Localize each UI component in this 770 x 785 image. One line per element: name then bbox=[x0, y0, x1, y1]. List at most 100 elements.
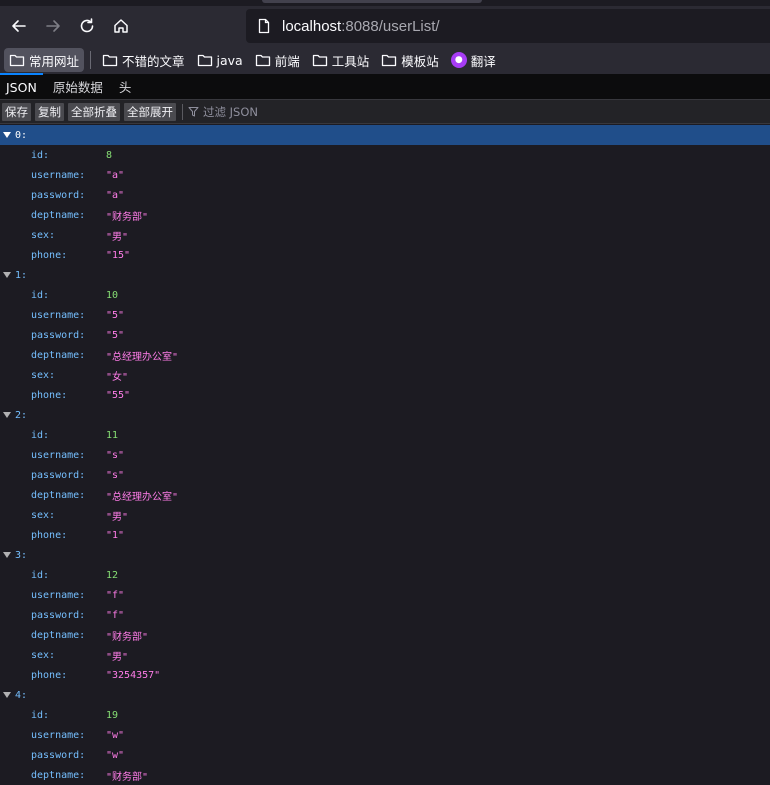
forward-button[interactable] bbox=[38, 11, 68, 41]
field-value: "男" bbox=[106, 231, 129, 243]
expand-triangle-icon[interactable] bbox=[3, 272, 11, 278]
tree-row-field[interactable]: deptname: "总经理办公室" bbox=[0, 345, 770, 365]
tree-row-field[interactable]: id: 8 bbox=[0, 145, 770, 165]
bookmark-label: 工具站 bbox=[331, 53, 370, 69]
collapse-all-button[interactable]: 全部折叠 bbox=[68, 102, 120, 121]
tree-row-index[interactable]: 2: bbox=[0, 405, 770, 425]
bookmark-folder-frontend[interactable]: 前端 bbox=[250, 48, 305, 72]
tab-headers[interactable]: 头 bbox=[113, 73, 138, 99]
tree-row-field[interactable]: username: "f" bbox=[0, 585, 770, 605]
tree-row-index[interactable]: 3: bbox=[0, 545, 770, 565]
field-key: password: bbox=[31, 189, 86, 201]
address-bar[interactable]: localhost:8088/userList/ bbox=[246, 9, 770, 43]
home-button[interactable] bbox=[106, 11, 136, 41]
field-value: "w" bbox=[106, 749, 125, 761]
back-button[interactable] bbox=[4, 11, 34, 41]
tree-row-field[interactable]: id: 11 bbox=[0, 425, 770, 445]
tree-row-field[interactable]: username: "5" bbox=[0, 305, 770, 325]
active-tab-edge[interactable] bbox=[262, 0, 482, 3]
tree-row-field[interactable]: phone: "15" bbox=[0, 245, 770, 265]
filter-icon bbox=[188, 107, 199, 117]
json-viewer-tabs: JSON 原始数据 头 bbox=[0, 73, 770, 100]
field-key: password: bbox=[31, 609, 86, 621]
tree-row-field[interactable]: sex: "男" bbox=[0, 225, 770, 245]
tree-row-field[interactable]: username: "w" bbox=[0, 725, 770, 745]
field-key: password: bbox=[31, 749, 86, 761]
field-value: "55" bbox=[106, 389, 131, 401]
bookmark-label: 常用网址 bbox=[29, 53, 80, 69]
field-key: deptname: bbox=[31, 629, 86, 641]
tree-row-field[interactable]: password: "5" bbox=[0, 325, 770, 345]
field-key: username: bbox=[31, 309, 86, 321]
tree-row-field[interactable]: id: 19 bbox=[0, 705, 770, 725]
field-value: 19 bbox=[106, 709, 119, 721]
tab-raw-data[interactable]: 原始数据 bbox=[47, 73, 109, 99]
tree-row-field[interactable]: sex: "男" bbox=[0, 645, 770, 665]
copy-button[interactable]: 复制 bbox=[35, 102, 64, 121]
bookmark-folder-tools[interactable]: 工具站 bbox=[307, 48, 375, 72]
bookmark-folder-templates[interactable]: 模板站 bbox=[376, 48, 444, 72]
tree-row-field[interactable]: password: "a" bbox=[0, 185, 770, 205]
home-icon bbox=[114, 19, 128, 33]
bookmarks-toolbar: 常用网址 不错的文章 java 前端 工具站 模板站 ● 翻译 bbox=[0, 46, 770, 74]
field-key: phone: bbox=[31, 389, 68, 401]
tree-row-index[interactable]: 0: bbox=[0, 125, 770, 145]
record-index-label: 3: bbox=[15, 549, 28, 561]
bookmark-folder-常用网址[interactable]: 常用网址 bbox=[4, 48, 85, 72]
tree-row-field[interactable]: username: "a" bbox=[0, 165, 770, 185]
field-value: "财务部" bbox=[106, 771, 149, 783]
filter-placeholder: 过滤 JSON bbox=[203, 104, 259, 119]
expand-triangle-icon[interactable] bbox=[3, 692, 11, 698]
tree-row-field[interactable]: sex: "女" bbox=[0, 365, 770, 385]
field-key: id: bbox=[31, 429, 50, 441]
reload-button[interactable] bbox=[72, 11, 102, 41]
field-value: "财务部" bbox=[106, 631, 149, 643]
tree-row-field[interactable]: phone: "55" bbox=[0, 385, 770, 405]
tree-row-field[interactable]: password: "s" bbox=[0, 465, 770, 485]
tree-row-index[interactable]: 4: bbox=[0, 685, 770, 705]
translate-icon: ● bbox=[450, 52, 467, 68]
field-key: password: bbox=[31, 469, 86, 481]
field-key: id: bbox=[31, 709, 50, 721]
json-tree: 0: id: 8 username: "a" password: "a" deptname: "… bbox=[0, 125, 770, 785]
expand-triangle-icon[interactable] bbox=[3, 132, 11, 138]
tree-row-field[interactable]: deptname: "财务部" bbox=[0, 205, 770, 225]
folder-icon bbox=[382, 54, 397, 67]
expand-all-button[interactable]: 全部展开 bbox=[124, 102, 176, 121]
field-value: "5" bbox=[106, 309, 125, 321]
tree-row-field[interactable]: phone: "1" bbox=[0, 525, 770, 545]
field-key: sex: bbox=[31, 509, 56, 521]
bookmark-label: java bbox=[216, 52, 243, 68]
field-key: id: bbox=[31, 289, 50, 301]
tree-row-field[interactable]: phone: "3254357" bbox=[0, 665, 770, 685]
tree-row-field[interactable]: password: "w" bbox=[0, 745, 770, 765]
field-key: username: bbox=[31, 589, 86, 601]
tree-row-field[interactable]: deptname: "财务部" bbox=[0, 625, 770, 645]
bookmarks-separator bbox=[90, 51, 92, 69]
bookmark-label: 模板站 bbox=[401, 53, 439, 69]
save-button[interactable]: 保存 bbox=[2, 102, 31, 121]
tab-json[interactable]: JSON bbox=[0, 73, 43, 99]
tree-row-field[interactable]: id: 10 bbox=[0, 285, 770, 305]
tree-row-field[interactable]: username: "s" bbox=[0, 445, 770, 465]
expand-triangle-icon[interactable] bbox=[3, 552, 11, 558]
bookmark-translate[interactable]: ● 翻译 bbox=[446, 48, 501, 72]
field-value: "女" bbox=[106, 371, 129, 383]
tree-row-field[interactable]: deptname: "财务部" bbox=[0, 765, 770, 785]
bookmark-folder-java[interactable]: java bbox=[192, 48, 248, 72]
tree-row-field[interactable]: sex: "男" bbox=[0, 505, 770, 525]
filter-json-input[interactable]: 过滤 JSON bbox=[188, 104, 258, 120]
field-value: "总经理办公室" bbox=[106, 351, 179, 363]
field-key: sex: bbox=[31, 229, 56, 241]
record-index-label: 2: bbox=[15, 409, 28, 421]
field-key: deptname: bbox=[31, 769, 86, 781]
field-key: sex: bbox=[31, 369, 56, 381]
bookmark-folder-articles[interactable]: 不错的文章 bbox=[97, 48, 190, 72]
tree-row-field[interactable]: id: 12 bbox=[0, 565, 770, 585]
tree-row-index[interactable]: 1: bbox=[0, 265, 770, 285]
tree-row-field[interactable]: password: "f" bbox=[0, 605, 770, 625]
bookmark-label: 不错的文章 bbox=[122, 53, 185, 69]
page-icon bbox=[258, 18, 270, 34]
expand-triangle-icon[interactable] bbox=[3, 412, 11, 418]
tree-row-field[interactable]: deptname: "总经理办公室" bbox=[0, 485, 770, 505]
